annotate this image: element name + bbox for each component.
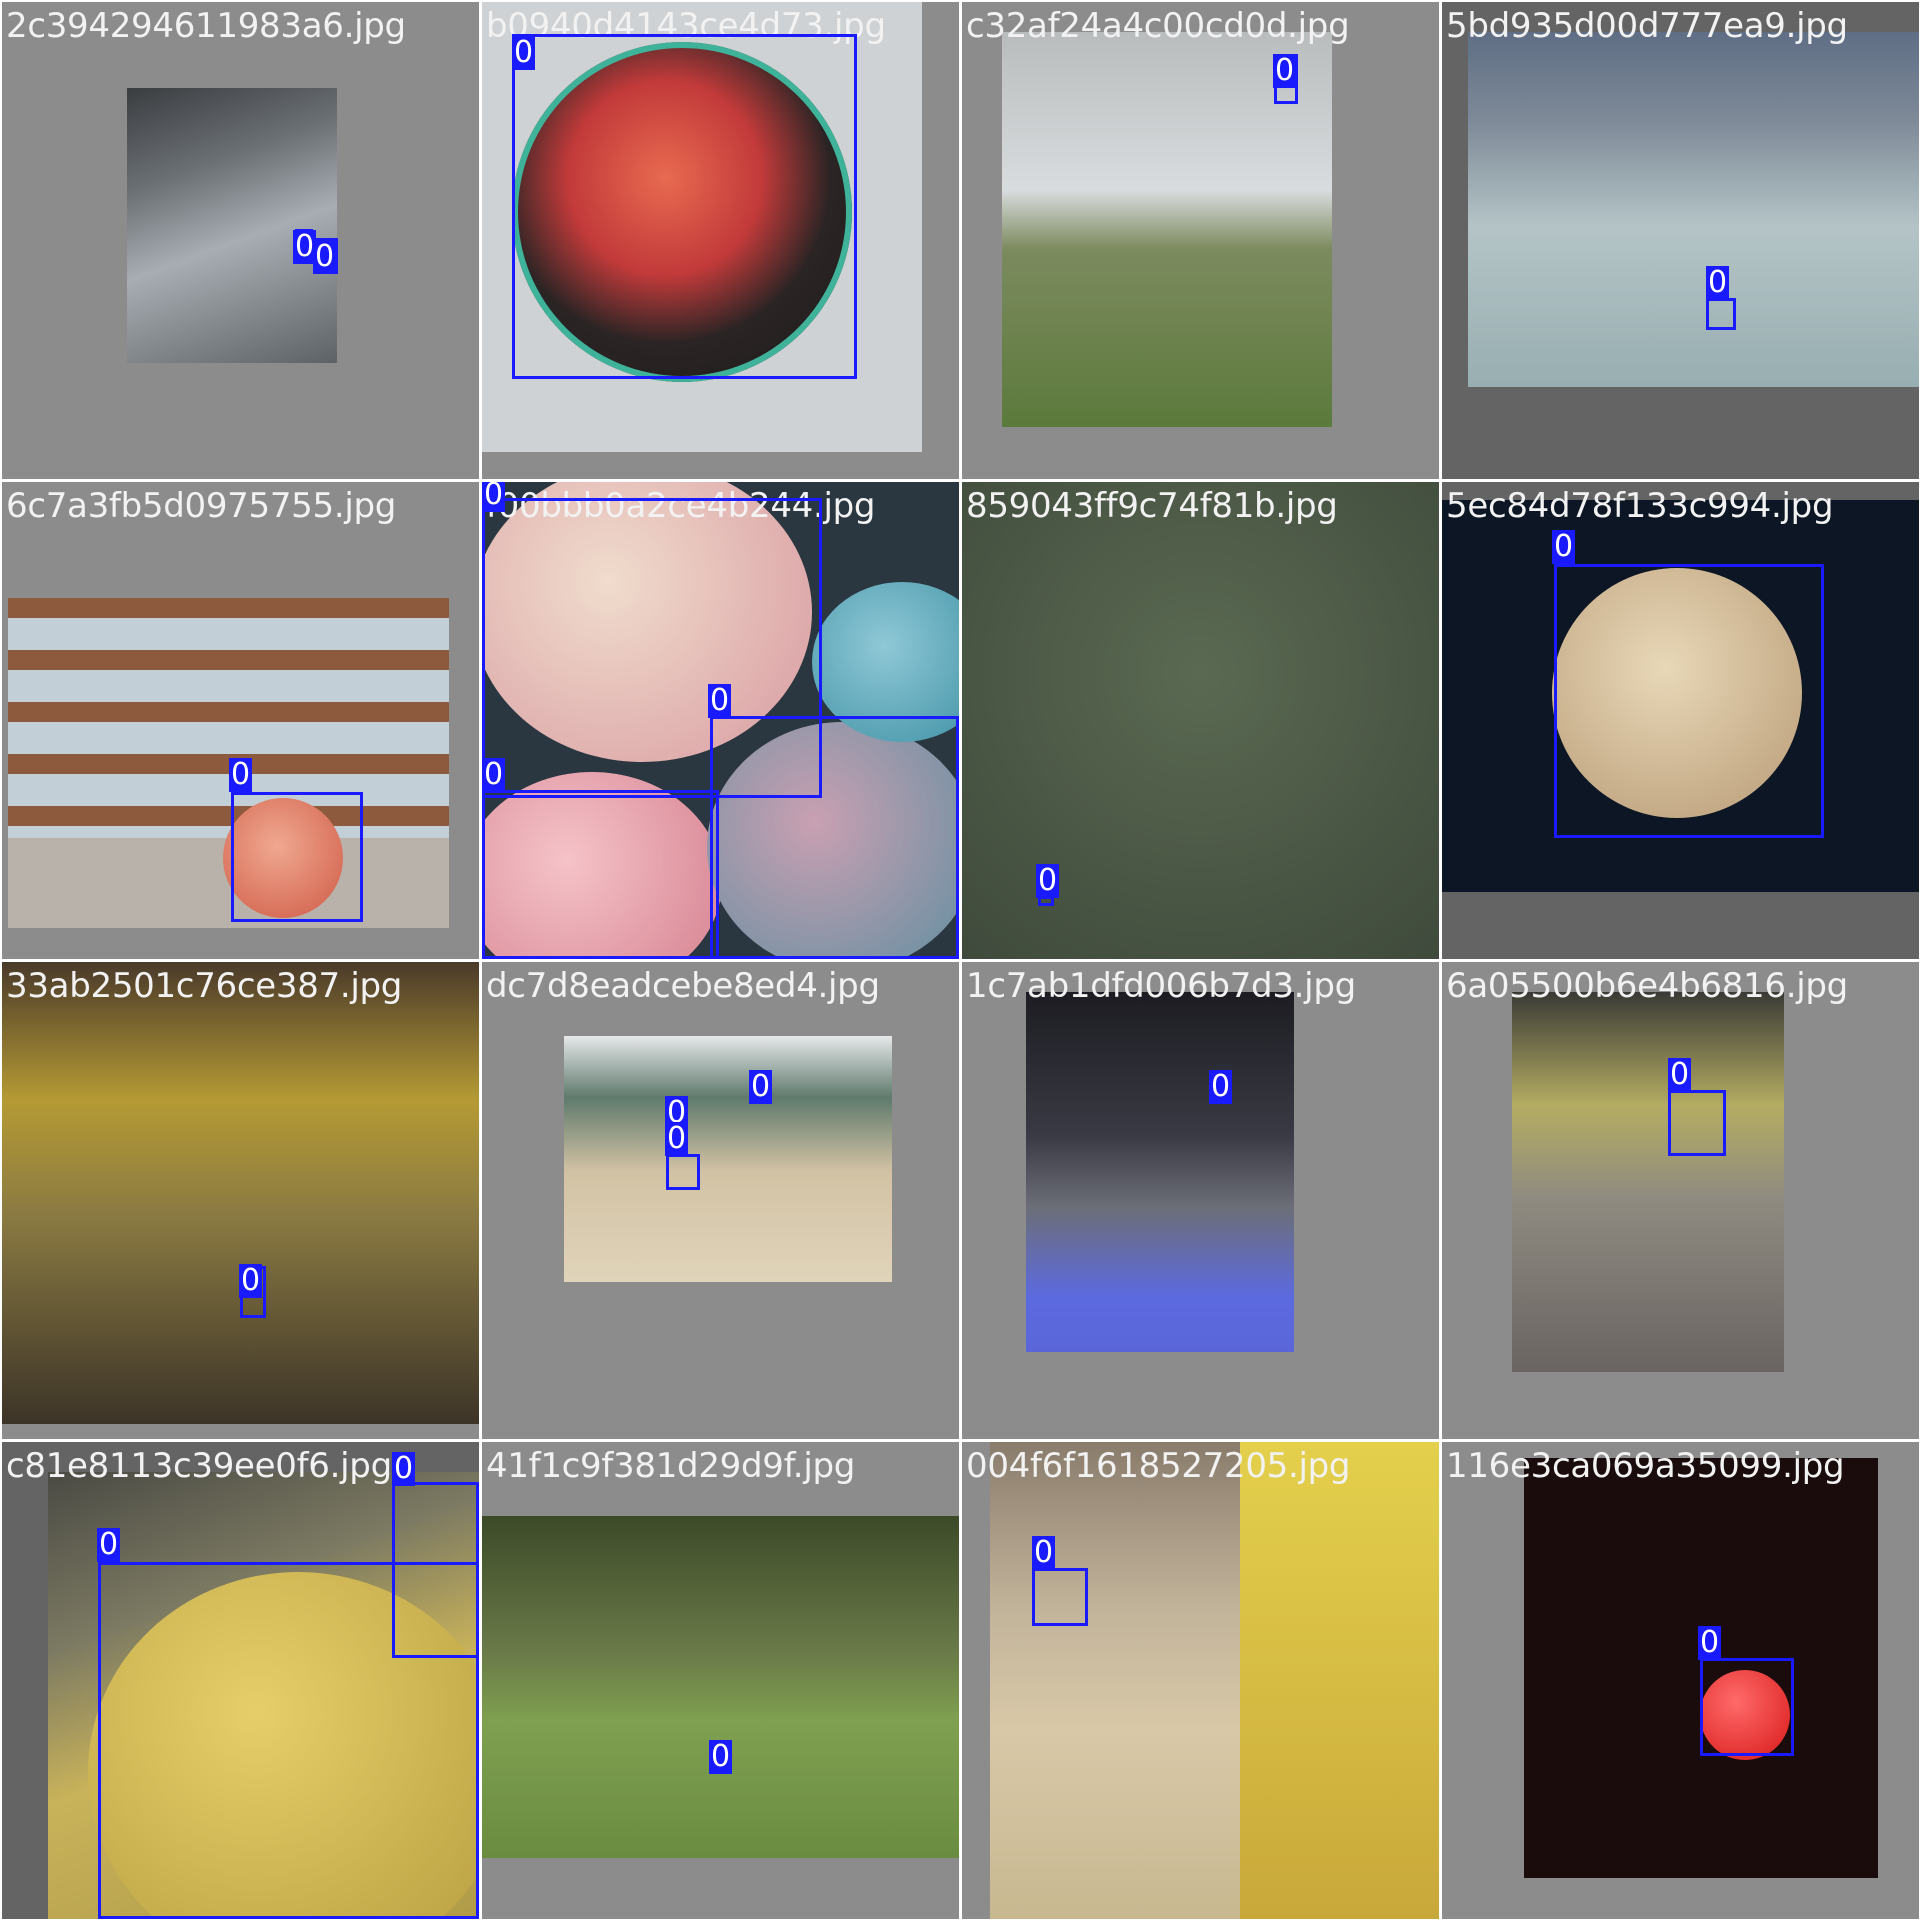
tile-1[interactable]: 2c394294611983a6.jpg 0 0 [2,2,479,479]
tile-photo [482,1516,959,1858]
bounding-box[interactable] [512,34,857,379]
tile-filename: 1c7ab1dfd006b7d3.jpg [966,966,1356,1006]
tile-photo [990,1442,1439,1919]
tile-12[interactable]: 6a05500b6e4b6816.jpg 0 [1442,962,1919,1439]
box-class-label: 0 [392,1451,416,1486]
box-class-label: 0 [1209,1069,1233,1104]
tile-9[interactable]: 33ab2501c76ce387.jpg 0 [2,962,479,1439]
tile-photo [1468,32,1919,387]
tile-filename: 5ec84d78f133c994.jpg [1446,486,1834,526]
box-class-label: 0 [708,683,732,718]
tile-6[interactable]: f00bbb0a2ce4b244.jpg 0 0 0 [482,482,959,959]
box-class-label: 0 [709,1739,733,1774]
tile-2[interactable]: b0940d4143ce4d73.jpg 0 [482,2,959,479]
tile-filename: 859043ff9c74f81b.jpg [966,486,1338,526]
bounding-box[interactable] [392,1482,479,1658]
tile-16[interactable]: 116e3ca069a35099.jpg 0 [1442,1442,1919,1919]
box-class-label: 0 [1036,863,1060,898]
tile-10[interactable]: dc7d8eadcebe8ed4.jpg 0 0 0 [482,962,959,1439]
bounding-box[interactable] [1706,298,1736,330]
detection-mosaic: 2c394294611983a6.jpg 0 0 b0940d4143ce4d7… [0,0,1920,1920]
tile-photo [2,962,479,1424]
tile-filename: dc7d8eadcebe8ed4.jpg [486,966,880,1006]
tile-filename: 33ab2501c76ce387.jpg [6,966,403,1006]
box-class-label: 0 [749,1069,773,1104]
tile-3[interactable]: c32af24a4c00cd0d.jpg 0 [962,2,1439,479]
bounding-box[interactable] [710,716,959,959]
box-class-label: 0 [1032,1535,1056,1570]
box-class-label: 0 [229,757,253,792]
tile-filename: c81e8113c39ee0f6.jpg [6,1446,392,1486]
tile-photo [564,1036,892,1282]
bounding-box[interactable] [1032,1568,1088,1626]
box-class-label: 0 [482,482,506,512]
bounding-box[interactable] [666,1154,700,1190]
box-class-label: 0 [482,757,506,792]
tile-4[interactable]: 5bd935d00d777ea9.jpg 0 [1442,2,1919,479]
tile-filename: 41f1c9f381d29d9f.jpg [486,1446,856,1486]
player-yellow [1240,1442,1439,1919]
tile-15[interactable]: 004f6f1618527205.jpg 0 [962,1442,1439,1919]
tile-photo [1512,992,1784,1372]
box-class-label: 0 [239,1263,263,1298]
tile-filename: 6c7a3fb5d0975755.jpg [6,486,397,526]
tile-filename: c32af24a4c00cd0d.jpg [966,6,1350,46]
tile-filename: 5bd935d00d777ea9.jpg [1446,6,1848,46]
box-class-label: 0 [97,1527,121,1562]
tile-photo [962,482,1439,959]
tile-photo [127,88,337,363]
bounding-box[interactable] [231,792,363,922]
box-class-label: 0 [1273,53,1297,88]
box-class-label: 0 [313,239,337,274]
tile-filename: 004f6f1618527205.jpg [966,1446,1351,1486]
bounding-box[interactable] [1700,1658,1794,1756]
tile-7[interactable]: 859043ff9c74f81b.jpg 0 [962,482,1439,959]
box-class-label: 0 [1552,529,1576,564]
box-class-label: 0 [1698,1625,1722,1660]
box-class-label: 0 [1668,1057,1692,1092]
tile-11[interactable]: 1c7ab1dfd006b7d3.jpg 0 [962,962,1439,1439]
tile-13[interactable]: c81e8113c39ee0f6.jpg 0 0 [2,1442,479,1919]
tile-14[interactable]: 41f1c9f381d29d9f.jpg 0 [482,1442,959,1919]
tile-filename: 116e3ca069a35099.jpg [1446,1446,1845,1486]
tile-filename: 2c394294611983a6.jpg [6,6,406,46]
tile-8[interactable]: 5ec84d78f133c994.jpg 0 [1442,482,1919,959]
bounding-box[interactable] [482,790,719,959]
box-class-label: 0 [512,35,536,70]
tile-filename: 6a05500b6e4b6816.jpg [1446,966,1848,1006]
bounding-box[interactable] [1554,564,1824,838]
box-class-label: 0 [1706,265,1730,300]
tile-photo [1026,992,1294,1352]
bounding-box[interactable] [1668,1090,1726,1156]
tile-5[interactable]: 6c7a3fb5d0975755.jpg 0 [2,482,479,959]
box-class-label: 0 [665,1121,689,1156]
